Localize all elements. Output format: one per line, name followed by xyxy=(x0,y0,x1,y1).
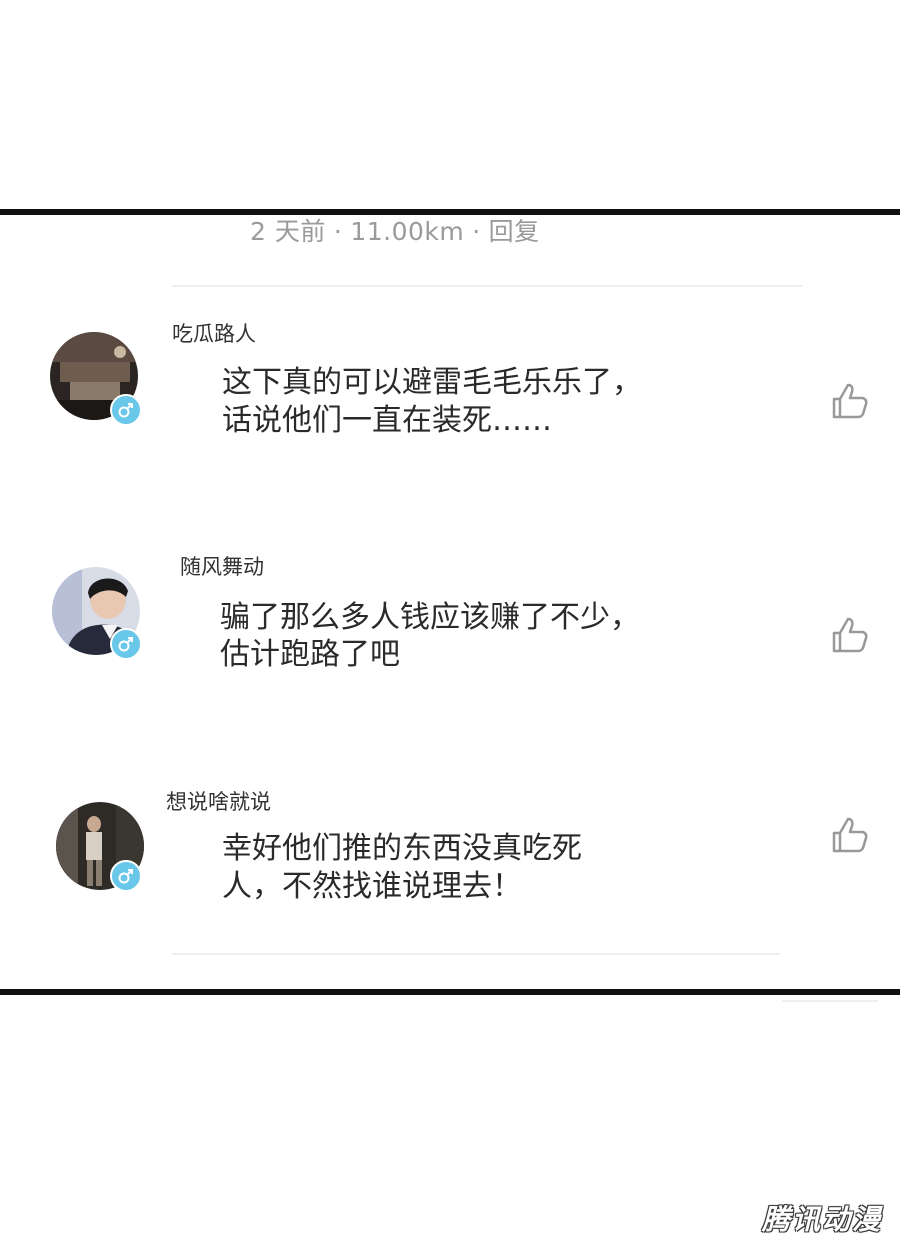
male-icon xyxy=(110,628,142,660)
male-icon xyxy=(110,394,142,426)
meta-separator: · xyxy=(472,217,481,246)
male-icon xyxy=(110,860,142,892)
divider xyxy=(172,953,780,955)
comment-text-line: 这下真的可以避雷毛毛乐乐了， xyxy=(222,365,642,400)
comment-distance: 11.00km xyxy=(350,217,465,246)
comment-time: 2 天前 xyxy=(250,217,326,246)
username[interactable]: 想说啥就说 xyxy=(166,786,271,816)
comment-text-line: 估计跑路了吧 xyxy=(220,637,400,672)
comment-text-line: 幸好他们推的东西没真吃死 xyxy=(222,831,582,866)
watermark-logo: 腾讯动漫 xyxy=(761,1203,882,1236)
comment-text-line: 骗了那么多人钱应该赚了不少， xyxy=(220,600,640,635)
panel-border-bottom xyxy=(0,989,900,995)
comment-meta: 2 天前 · 11.00km · 回复 xyxy=(250,212,540,248)
divider xyxy=(782,1000,878,1002)
reply-link[interactable]: 回复 xyxy=(489,217,540,246)
meta-separator: · xyxy=(333,217,343,246)
thumbs-up-icon[interactable] xyxy=(828,813,872,857)
divider xyxy=(172,285,802,287)
thumbs-up-icon[interactable] xyxy=(828,379,872,423)
username[interactable]: 随风舞动 xyxy=(180,551,264,581)
thumbs-up-icon[interactable] xyxy=(828,613,872,657)
comment-text-line: 话说他们一直在装死…… xyxy=(222,403,552,438)
comment-text-line: 人，不然找谁说理去！ xyxy=(222,869,522,904)
username[interactable]: 吃瓜路人 xyxy=(172,318,256,348)
